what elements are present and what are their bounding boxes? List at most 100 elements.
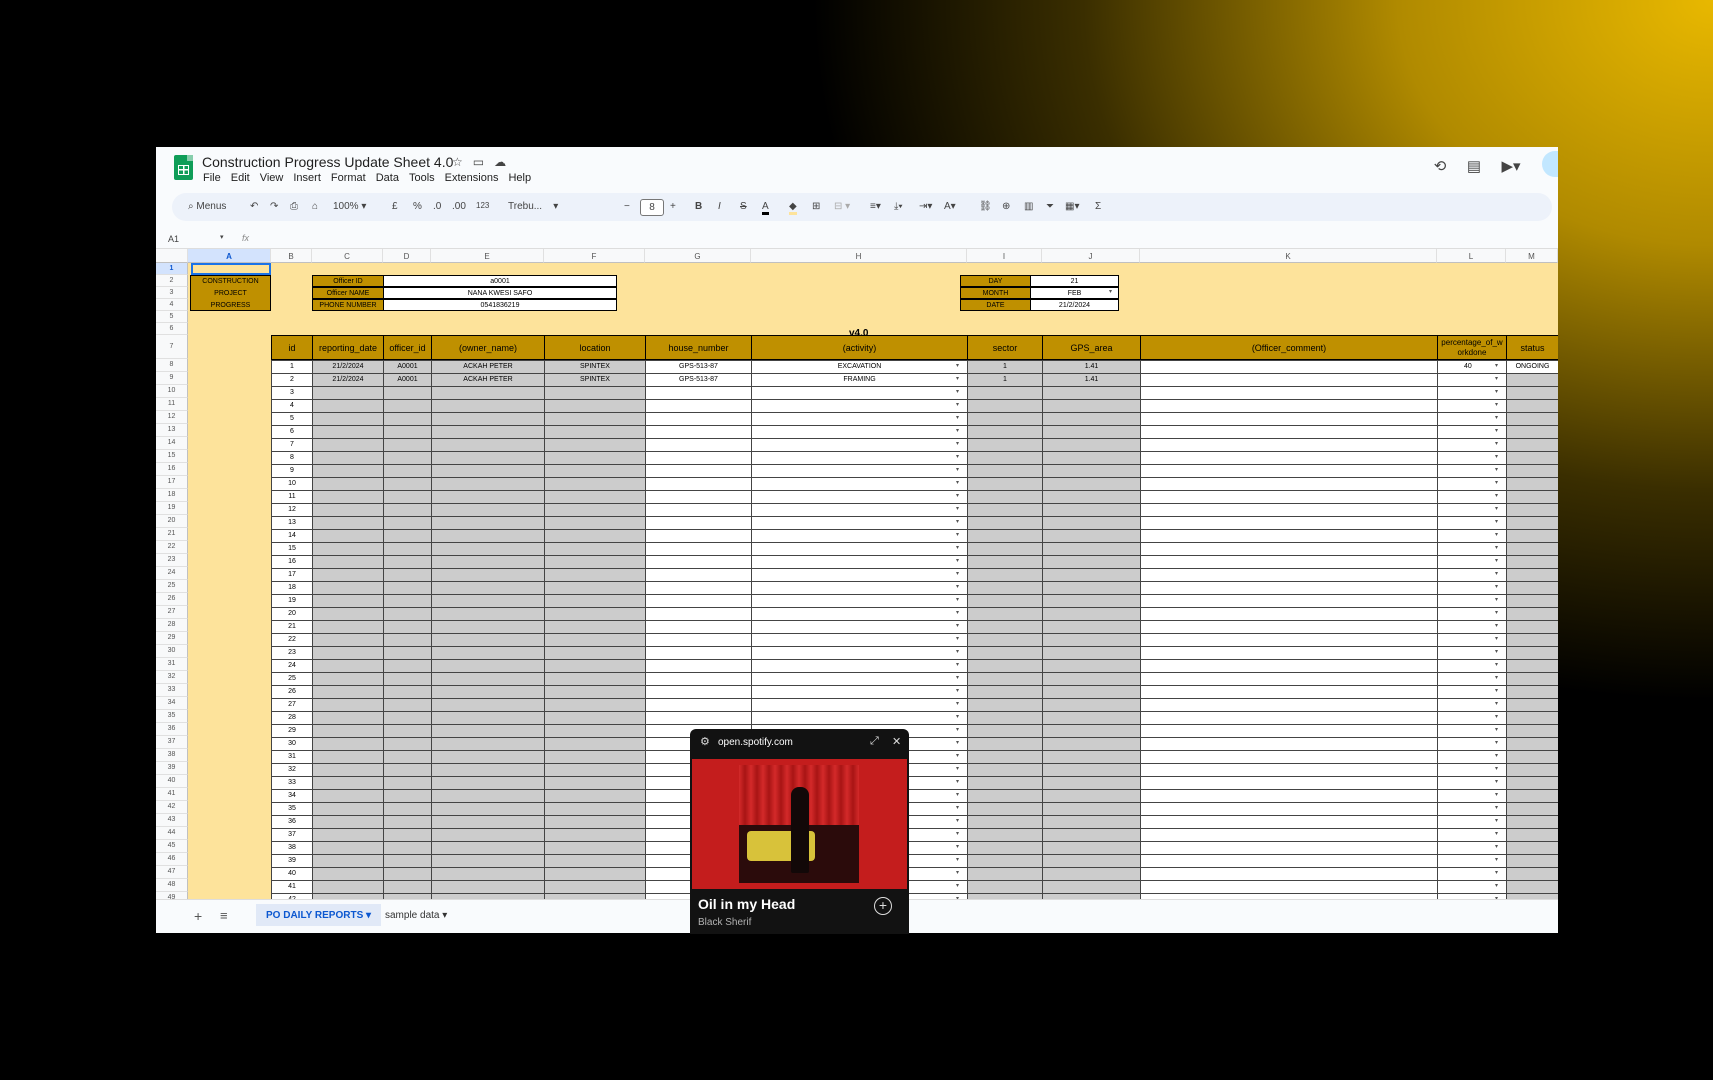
dropdown-chevron-icon[interactable]: ▾ [1495, 622, 1498, 629]
table-cell[interactable] [1140, 555, 1438, 569]
table-cell[interactable] [1506, 529, 1558, 543]
table-cell[interactable] [431, 815, 545, 829]
table-cell[interactable] [1042, 841, 1141, 855]
table-cell[interactable] [645, 672, 752, 686]
table-cell[interactable] [1140, 620, 1438, 634]
day-value[interactable]: 21 [1030, 275, 1119, 287]
table-cell[interactable] [1140, 607, 1438, 621]
column-title-11[interactable]: status [1506, 335, 1558, 360]
table-cell[interactable] [383, 425, 432, 439]
table-cell[interactable] [431, 659, 545, 673]
table-cell[interactable] [645, 568, 752, 582]
row-header[interactable]: 23 [156, 554, 188, 567]
table-cell[interactable] [544, 581, 646, 595]
row-header[interactable]: 26 [156, 593, 188, 606]
table-cell[interactable] [312, 789, 384, 803]
table-cell[interactable] [312, 828, 384, 842]
dropdown-chevron-icon[interactable]: ▾ [1495, 375, 1498, 382]
row-header[interactable]: 2 [156, 275, 188, 287]
table-cell[interactable] [544, 815, 646, 829]
table-cell[interactable] [312, 425, 384, 439]
dropdown-chevron-icon[interactable]: ▾ [956, 791, 959, 798]
table-cell[interactable] [1042, 685, 1141, 699]
zoom-select[interactable]: 100% ▾ [333, 201, 366, 212]
table-cell[interactable] [544, 568, 646, 582]
dropdown-chevron-icon[interactable]: ▾ [956, 648, 959, 655]
bold-button[interactable]: B [695, 201, 702, 212]
table-cell[interactable] [383, 724, 432, 738]
table-cell[interactable] [383, 477, 432, 491]
table-cell[interactable]: A0001 [383, 360, 432, 374]
dropdown-chevron-icon[interactable]: ▾ [1495, 765, 1498, 772]
phone-number-value[interactable]: 0541836219 [383, 299, 617, 311]
table-cell[interactable] [431, 490, 545, 504]
table-cell[interactable] [544, 789, 646, 803]
dropdown-chevron-icon[interactable]: ▾ [1495, 492, 1498, 499]
table-cell[interactable] [1140, 763, 1438, 777]
table-cell[interactable] [751, 607, 968, 621]
row-header[interactable]: 1 [156, 263, 188, 275]
table-cell[interactable] [1506, 763, 1558, 777]
table-cell[interactable] [751, 698, 968, 712]
table-cell[interactable] [1506, 672, 1558, 686]
dropdown-chevron-icon[interactable]: ▾ [956, 635, 959, 642]
row-header[interactable]: 12 [156, 411, 188, 424]
table-cell[interactable] [967, 516, 1043, 530]
table-cell[interactable] [751, 633, 968, 647]
row-header[interactable]: 5 [156, 311, 188, 323]
dropdown-chevron-icon[interactable]: ▾ [1495, 479, 1498, 486]
dropdown-chevron-icon[interactable]: ▾ [1495, 583, 1498, 590]
table-cell[interactable] [1042, 503, 1141, 517]
table-cell[interactable] [431, 672, 545, 686]
table-cell[interactable] [544, 750, 646, 764]
dropdown-chevron-icon[interactable]: ▾ [1495, 830, 1498, 837]
table-cell[interactable] [1042, 698, 1141, 712]
table-cell[interactable] [383, 711, 432, 725]
table-cell[interactable] [312, 542, 384, 556]
column-title-1[interactable]: reporting_date [312, 335, 384, 360]
menu-help[interactable]: Help [508, 172, 531, 184]
insert-chart-icon[interactable]: ▥ [1024, 201, 1033, 212]
dropdown-chevron-icon[interactable]: ▾ [1495, 596, 1498, 603]
table-cell[interactable] [544, 711, 646, 725]
table-cell[interactable] [312, 464, 384, 478]
table-cell[interactable] [431, 529, 545, 543]
table-cell[interactable]: ACKAH PETER [431, 373, 545, 387]
dropdown-chevron-icon[interactable]: ▾ [1495, 843, 1498, 850]
tab-sample-data[interactable]: sample data ▾ [385, 910, 447, 921]
table-cell[interactable]: 39 [271, 854, 313, 868]
table-cell[interactable]: 32 [271, 763, 313, 777]
table-cell[interactable] [544, 412, 646, 426]
table-cell[interactable] [1506, 399, 1558, 413]
dropdown-chevron-icon[interactable]: ▾ [956, 466, 959, 473]
table-cell[interactable] [645, 594, 752, 608]
dropdown-chevron-icon[interactable]: ▾ [1495, 804, 1498, 811]
dropdown-chevron-icon[interactable]: ▾ [1495, 505, 1498, 512]
table-cell[interactable] [967, 542, 1043, 556]
table-cell[interactable] [431, 620, 545, 634]
column-title-9[interactable]: (Officer_comment) [1140, 335, 1438, 360]
table-cell[interactable] [544, 425, 646, 439]
name-box[interactable]: A1 [168, 234, 179, 244]
dropdown-chevron-icon[interactable]: ▾ [956, 557, 959, 564]
dropdown-chevron-icon[interactable]: ▾ [1495, 544, 1498, 551]
table-cell[interactable] [1506, 607, 1558, 621]
column-title-10[interactable]: percentage_of_workdone [1437, 335, 1507, 360]
track-title[interactable]: Oil in my Head [698, 896, 795, 912]
table-cell[interactable]: 10 [271, 477, 313, 491]
table-cell[interactable] [383, 815, 432, 829]
table-cell[interactable] [645, 451, 752, 465]
table-cell[interactable] [967, 607, 1043, 621]
cloud-status-icon[interactable]: ☁ [494, 155, 516, 169]
table-cell[interactable] [544, 490, 646, 504]
menu-edit[interactable]: Edit [231, 172, 250, 184]
table-cell[interactable] [967, 451, 1043, 465]
table-cell[interactable]: SPINTEX [544, 360, 646, 374]
table-cell[interactable] [751, 516, 968, 530]
album-cover[interactable] [739, 765, 859, 883]
table-cell[interactable] [431, 711, 545, 725]
table-cell[interactable] [312, 763, 384, 777]
more-formats-button[interactable]: 123 [476, 201, 489, 210]
table-cell[interactable] [383, 464, 432, 478]
table-cell[interactable]: 15 [271, 542, 313, 556]
